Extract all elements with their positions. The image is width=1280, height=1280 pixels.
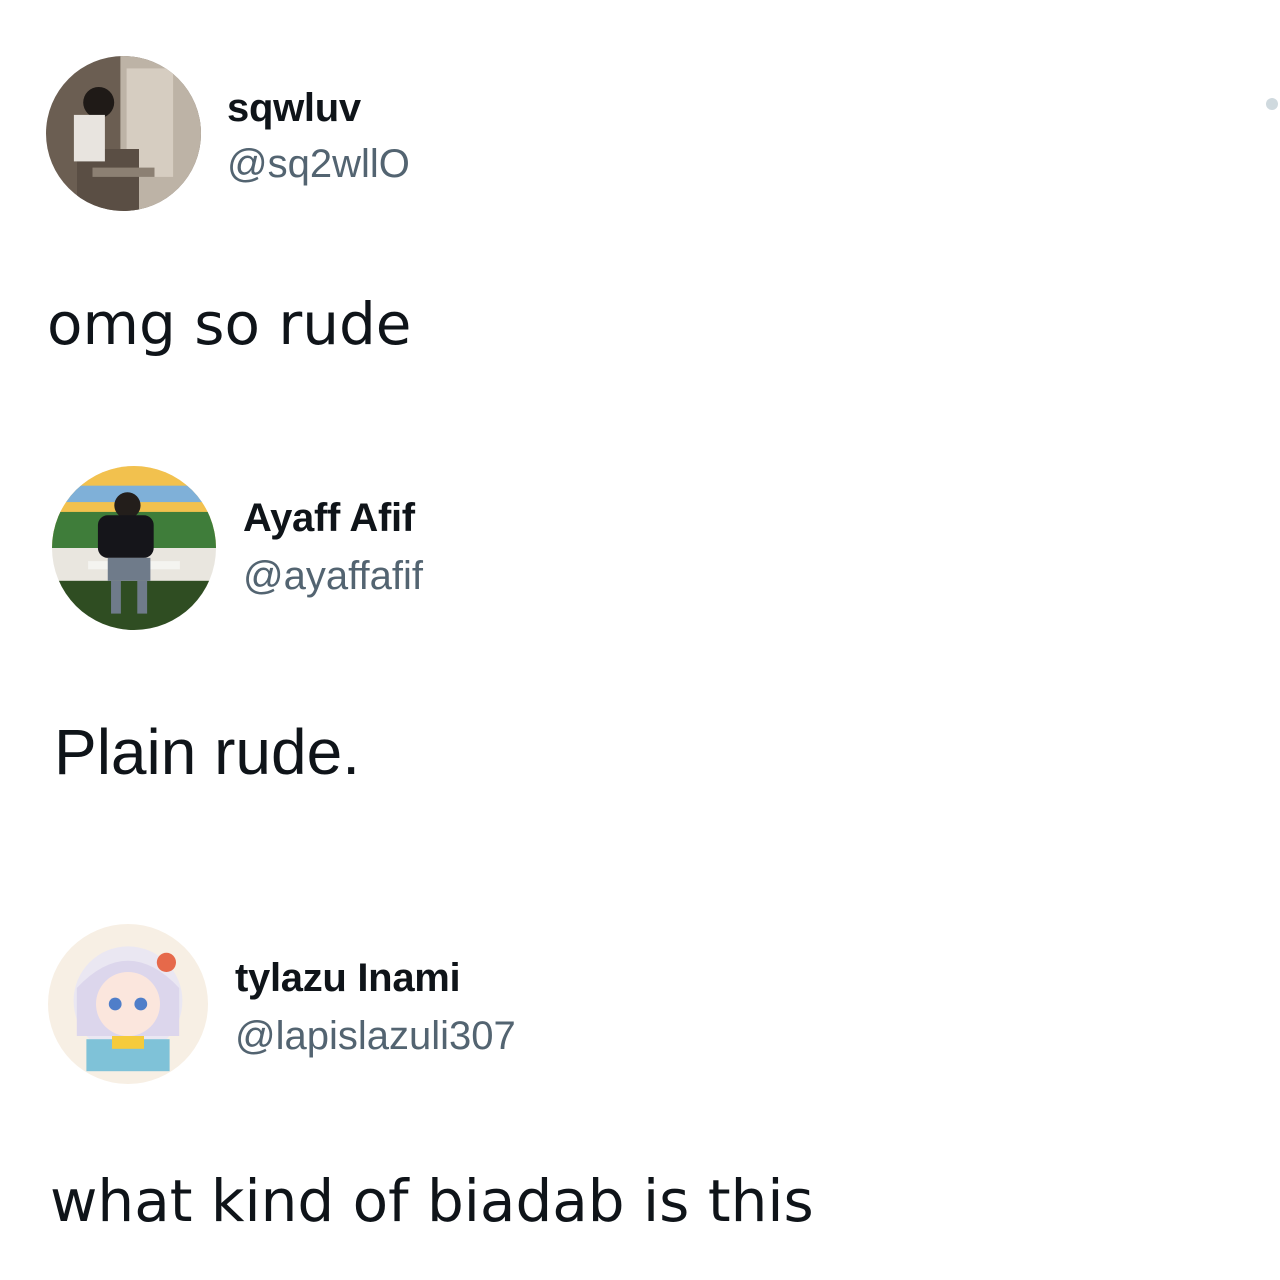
avatar[interactable] <box>52 466 216 630</box>
more-indicator-icon <box>1266 98 1278 110</box>
anime-profile-picture-icon <box>48 924 208 1084</box>
post-text: what kind of biadab is this <box>50 1167 814 1235</box>
profile-photo-icon <box>52 466 216 630</box>
user-handle[interactable]: @ayaffafif <box>243 554 423 599</box>
display-name[interactable]: Ayaff Afif <box>243 496 415 541</box>
post-text: Plain rude. <box>54 716 360 788</box>
reply-post-1[interactable]: sqwluv @sq2wllO omg so rude <box>0 0 1280 400</box>
avatar[interactable] <box>48 924 208 1084</box>
reply-post-3[interactable]: tylazu Inami @lapislazuli307 what kind o… <box>0 900 1280 1280</box>
avatar[interactable] <box>46 56 201 211</box>
display-name[interactable]: sqwluv <box>227 86 361 131</box>
user-handle[interactable]: @sq2wllO <box>227 142 410 187</box>
user-handle[interactable]: @lapislazuli307 <box>235 1014 516 1059</box>
display-name[interactable]: tylazu Inami <box>235 956 461 1001</box>
profile-photo-icon <box>46 56 201 211</box>
post-text: omg so rude <box>47 290 412 358</box>
reply-post-2[interactable]: Ayaff Afif @ayaffafif Plain rude. <box>0 440 1280 840</box>
